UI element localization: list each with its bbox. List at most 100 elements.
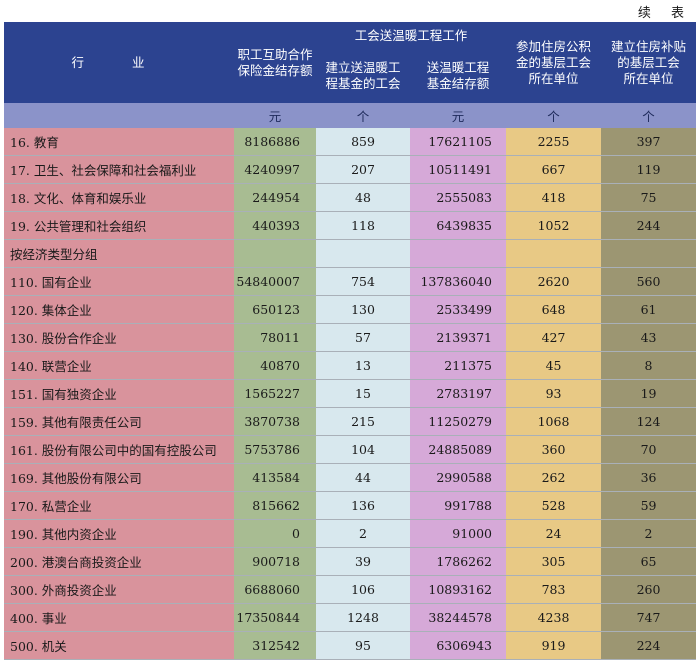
cell-col3: 2783197	[410, 379, 507, 408]
cell-col2: 118	[316, 211, 410, 240]
cell-col2: 48	[316, 183, 410, 212]
cell-col5	[601, 239, 697, 268]
cell-col2: 1248	[316, 603, 410, 632]
cell-col4: 1052	[506, 211, 602, 240]
table-row: 170. 私营企业 815662 136 991788 528 59	[4, 491, 697, 520]
cell-col3: 137836040	[410, 267, 507, 296]
cell-col2: 859	[316, 128, 410, 156]
cell-col4: 427	[506, 323, 602, 352]
cell-col5: 19	[601, 379, 697, 408]
row-label: 18. 文化、体育和娱乐业	[4, 183, 234, 212]
units-row: 元 个 元 个 个	[4, 103, 697, 128]
cell-col5: 224	[601, 631, 697, 660]
cell-col2: 215	[316, 407, 410, 436]
cell-col4: 93	[506, 379, 602, 408]
cell-col2: 130	[316, 295, 410, 324]
cell-col1	[234, 239, 316, 268]
table-row: 159. 其他有限责任公司 3870738 215 11250279 1068 124	[4, 407, 697, 436]
row-label: 190. 其他内资企业	[4, 519, 234, 548]
row-label: 200. 港澳台商投资企业	[4, 547, 234, 576]
cell-col2: 104	[316, 435, 410, 464]
cell-col4: 305	[506, 547, 602, 576]
row-label: 151. 国有独资企业	[4, 379, 234, 408]
cell-col3: 17621105	[410, 128, 507, 156]
cell-col5: 260	[601, 575, 697, 604]
cell-col4: 648	[506, 295, 602, 324]
cell-col3: 6439835	[410, 211, 507, 240]
cell-col4: 360	[506, 435, 602, 464]
cell-col1: 6688060	[234, 575, 316, 604]
cell-col3: 991788	[410, 491, 507, 520]
table-row: 17. 卫生、社会保障和社会福利业 4240997 207 10511491 667 11…	[4, 155, 697, 184]
cell-col1: 650123	[234, 295, 316, 324]
cell-col4: 4238	[506, 603, 602, 632]
table-row: 161. 股份有限公司中的国有控股公司 5753786 104 24885089 360…	[4, 435, 697, 464]
cell-col5: 61	[601, 295, 697, 324]
cell-col4: 418	[506, 183, 602, 212]
cell-col2: 106	[316, 575, 410, 604]
row-label: 17. 卫生、社会保障和社会福利业	[4, 155, 234, 184]
units-blank	[4, 103, 234, 128]
cell-col4: 2620	[506, 267, 602, 296]
cell-col2: 39	[316, 547, 410, 576]
table-row: 500. 机关 312542 95 6306943 919 224	[4, 631, 697, 660]
cell-col2: 2	[316, 519, 410, 548]
header-group: 工会送温暖工程工作	[316, 22, 507, 49]
table-row: 200. 港澳台商投资企业 900718 39 1786262 305 65	[4, 547, 697, 576]
cell-col4: 262	[506, 463, 602, 492]
cell-col3: 6306943	[410, 631, 507, 660]
cell-col5: 8	[601, 351, 697, 380]
row-label: 140. 联营企业	[4, 351, 234, 380]
cell-col5: 36	[601, 463, 697, 492]
cell-col3	[410, 239, 507, 268]
header-industry: 行 业	[4, 22, 234, 103]
cell-col5: 70	[601, 435, 697, 464]
cell-col4: 667	[506, 155, 602, 184]
row-label: 19. 公共管理和社会组织	[4, 211, 234, 240]
row-label: 159. 其他有限责任公司	[4, 407, 234, 436]
cell-col2: 136	[316, 491, 410, 520]
cell-col1: 312542	[234, 631, 316, 660]
table-row: 19. 公共管理和社会组织 440393 118 6439835 1052 244	[4, 211, 697, 240]
cell-col2: 207	[316, 155, 410, 184]
cell-col1: 0	[234, 519, 316, 548]
row-label: 按经济类型分组	[4, 239, 234, 268]
row-label: 169. 其他股份有限公司	[4, 463, 234, 492]
cell-col4: 24	[506, 519, 602, 548]
cell-col3: 1786262	[410, 547, 507, 576]
cell-col3: 2555083	[410, 183, 507, 212]
cell-col1: 4240997	[234, 155, 316, 184]
cell-col1: 900718	[234, 547, 316, 576]
row-label: 170. 私营企业	[4, 491, 234, 520]
unit-col3: 元	[410, 103, 507, 128]
cell-col1: 413584	[234, 463, 316, 492]
cell-col3: 24885089	[410, 435, 507, 464]
cell-col3: 2990588	[410, 463, 507, 492]
unit-col2: 个	[316, 103, 410, 128]
table-row: 300. 外商投资企业 6688060 106 10893162 783 260	[4, 575, 697, 604]
cell-col5: 43	[601, 323, 697, 352]
cell-col5: 119	[601, 155, 697, 184]
row-label: 400. 事业	[4, 603, 234, 632]
header-col1: 职工互助合作 保险金结存额	[234, 22, 316, 103]
cell-col4	[506, 239, 602, 268]
row-label: 300. 外商投资企业	[4, 575, 234, 604]
cell-col1: 244954	[234, 183, 316, 212]
table-row: 140. 联营企业 40870 13 211375 45 8	[4, 351, 697, 380]
cell-col5: 747	[601, 603, 697, 632]
cell-col4: 919	[506, 631, 602, 660]
cell-col3: 2533499	[410, 295, 507, 324]
cell-col2: 13	[316, 351, 410, 380]
header-col3: 送温暖工程 基金结存额	[410, 49, 507, 103]
cell-col1: 440393	[234, 211, 316, 240]
continued-label: 续 表	[637, 6, 692, 21]
cell-col5: 560	[601, 267, 697, 296]
cell-col1: 1565227	[234, 379, 316, 408]
cell-col1: 3870738	[234, 407, 316, 436]
cell-col3: 91000	[410, 519, 507, 548]
cell-col2	[316, 239, 410, 268]
cell-col4: 1068	[506, 407, 602, 436]
cell-col2: 57	[316, 323, 410, 352]
cell-col5: 59	[601, 491, 697, 520]
cell-col1: 8186886	[234, 128, 316, 156]
